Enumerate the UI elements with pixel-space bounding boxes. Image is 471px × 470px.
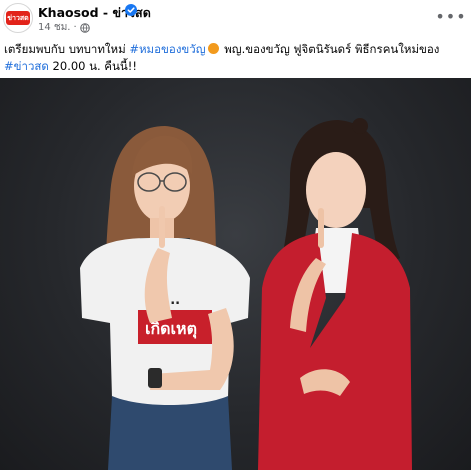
- facebook-post: ข่าวสด Khaosod - ข่าวสด 14 ชม. · ••• เตร…: [0, 0, 471, 470]
- more-options-button[interactable]: •••: [435, 8, 465, 26]
- right-person-finger: [318, 208, 324, 248]
- post-photo[interactable]: เกิดเหตุ ชัด...: [0, 78, 471, 470]
- post-timestamp[interactable]: 14 ชม.: [38, 20, 70, 35]
- left-person-finger: [159, 206, 165, 248]
- emoji-icon: [207, 43, 219, 54]
- left-person-jeans: [108, 396, 232, 470]
- hashtag-link-2[interactable]: #ข่าวสด: [4, 59, 49, 73]
- caption-text-2: พญ.ของขวัญ ฟูจิตนิรันดร์ พิธีกรคนใหม่ของ: [220, 42, 440, 56]
- avatar-logo: ข่าวสด: [6, 11, 30, 25]
- right-person-face: [306, 152, 366, 228]
- post-header: ข่าวสด Khaosod - ข่าวสด 14 ชม. · •••: [0, 0, 471, 40]
- page-avatar[interactable]: ข่าวสด: [3, 3, 33, 33]
- hashtag-link-1[interactable]: #หมอของขวัญ: [129, 42, 205, 56]
- post-caption: เตรียมพบกับ บทบาทใหม่ #หมอของขวัญ พญ.ของ…: [4, 41, 464, 75]
- globe-icon: [79, 22, 90, 33]
- right-person-hair-bun: [352, 118, 368, 134]
- caption-text-1: เตรียมพบกับ บทบาทใหม่: [4, 42, 130, 56]
- more-horizontal-icon: •••: [435, 7, 467, 26]
- meta-separator: ·: [73, 22, 77, 33]
- caption-text-3: 20.00 น. คืนนี้!!: [48, 59, 137, 73]
- post-meta: 14 ชม. ·: [38, 20, 90, 35]
- photo-illustration: เกิดเหตุ ชัด...: [80, 118, 412, 470]
- verified-badge-icon: [125, 4, 137, 16]
- watch-icon: [148, 368, 162, 388]
